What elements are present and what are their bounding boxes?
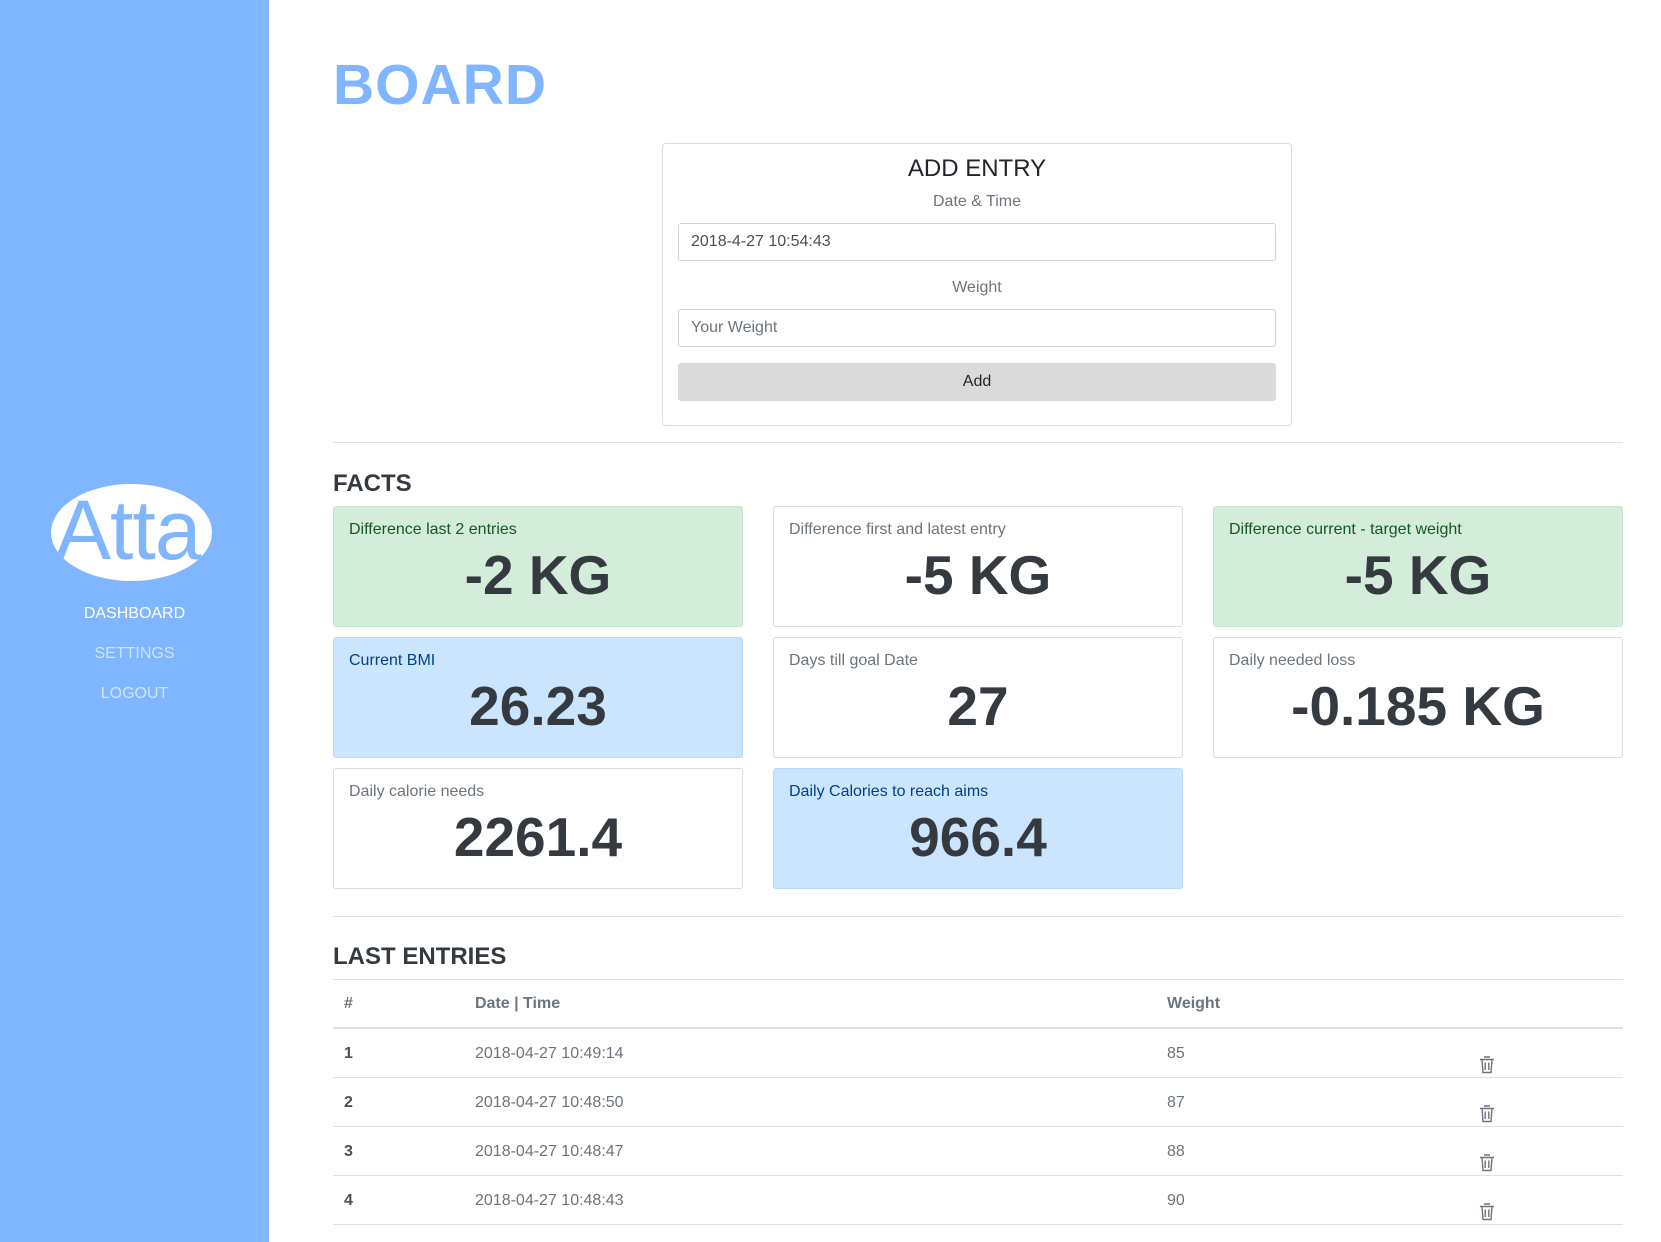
fact-label: Difference current - target weight	[1229, 521, 1462, 538]
fact-value: 2261.4	[453, 806, 623, 868]
table-header: # Date | Time Weight	[333, 979, 1623, 1029]
fact-value: 27	[947, 675, 1009, 737]
row-datetime: 2018-04-27 10:48:47	[475, 1143, 624, 1160]
fact-card-daily-loss: Daily needed loss -0.185 KG	[1213, 637, 1623, 758]
datetime-input[interactable]	[678, 223, 1276, 261]
logo: Atta	[51, 484, 212, 581]
row-datetime: 2018-04-27 10:48:43	[475, 1192, 624, 1209]
column-header-datetime: Date | Time	[475, 995, 561, 1012]
sidebar: Atta DASHBOARD SETTINGS LOGOUT	[0, 0, 269, 1242]
last-entries-title: LAST ENTRIES	[333, 943, 507, 970]
nav-item-dashboard[interactable]: DASHBOARD	[0, 604, 269, 644]
row-datetime: 2018-04-27 10:49:14	[475, 1045, 624, 1062]
row-number: 2	[344, 1094, 353, 1111]
weight-label: Weight	[952, 279, 1002, 296]
page-title: BOARD	[333, 53, 547, 117]
fact-label: Daily Calories to reach aims	[789, 783, 989, 800]
row-number: 4	[344, 1192, 353, 1209]
fact-label: Current BMI	[349, 652, 436, 669]
weight-input[interactable]	[678, 309, 1276, 347]
add-entry-title: ADD ENTRY	[907, 155, 1047, 182]
fact-label: Daily needed loss	[1229, 652, 1356, 669]
table-row: 3 2018-04-27 10:48:47 88	[333, 1127, 1623, 1176]
nav-item-settings[interactable]: SETTINGS	[0, 644, 269, 684]
table-row: 2 2018-04-27 10:48:50 87	[333, 1078, 1623, 1127]
table-row: 4 2018-04-27 10:48:43 90	[333, 1176, 1623, 1225]
trash-icon[interactable]	[1479, 1094, 1495, 1123]
fact-value: -0.185 KG	[1291, 675, 1545, 737]
fact-card-calories-to-reach: Daily Calories to reach aims 966.4	[773, 768, 1183, 889]
fact-card-diff-target: Difference current - target weight -5 KG	[1213, 506, 1623, 627]
fact-value: -2 KG	[464, 544, 612, 606]
divider	[333, 916, 1623, 917]
column-header-number: #	[344, 995, 353, 1012]
fact-label: Days till goal Date	[789, 652, 918, 669]
fact-card-days-till-goal: Days till goal Date 27	[773, 637, 1183, 758]
trash-icon[interactable]	[1479, 1045, 1495, 1074]
column-header-weight: Weight	[1167, 995, 1221, 1012]
row-weight: 87	[1167, 1094, 1185, 1111]
fact-value: 966.4	[909, 806, 1047, 868]
fact-value: -5 KG	[1344, 544, 1492, 606]
fact-label: Difference first and latest entry	[789, 521, 1006, 538]
logo-text: Atta	[55, 484, 201, 577]
row-number: 3	[344, 1143, 353, 1160]
fact-value: -5 KG	[904, 544, 1052, 606]
sidebar-nav: DASHBOARD SETTINGS LOGOUT	[0, 604, 269, 724]
fact-card-diff-first-latest: Difference first and latest entry -5 KG	[773, 506, 1183, 627]
trash-icon[interactable]	[1479, 1192, 1495, 1221]
datetime-label: Date & Time	[932, 193, 1022, 210]
add-entry-card: ADD ENTRY Date & Time Weight Add	[662, 143, 1292, 426]
trash-icon[interactable]	[1479, 1143, 1495, 1172]
row-datetime: 2018-04-27 10:48:50	[475, 1094, 624, 1111]
entries-table: # Date | Time Weight 1 2018-04-27 10:49:…	[333, 979, 1623, 1225]
nav-item-logout[interactable]: LOGOUT	[0, 684, 269, 724]
fact-card-calorie-needs: Daily calorie needs 2261.4	[333, 768, 743, 889]
row-weight: 85	[1167, 1045, 1185, 1062]
fact-card-diff-last-two: Difference last 2 entries -2 KG	[333, 506, 743, 627]
row-number: 1	[344, 1045, 353, 1062]
fact-card-bmi: Current BMI 26.23	[333, 637, 743, 758]
fact-label: Difference last 2 entries	[349, 521, 517, 538]
fact-value: 26.23	[469, 675, 607, 737]
divider	[333, 442, 1623, 443]
facts-title: FACTS	[333, 470, 412, 497]
row-weight: 90	[1167, 1192, 1185, 1209]
fact-label: Daily calorie needs	[349, 783, 485, 800]
table-row: 1 2018-04-27 10:49:14 85	[333, 1029, 1623, 1078]
row-weight: 88	[1167, 1143, 1185, 1160]
add-button[interactable]: Add	[678, 363, 1276, 401]
